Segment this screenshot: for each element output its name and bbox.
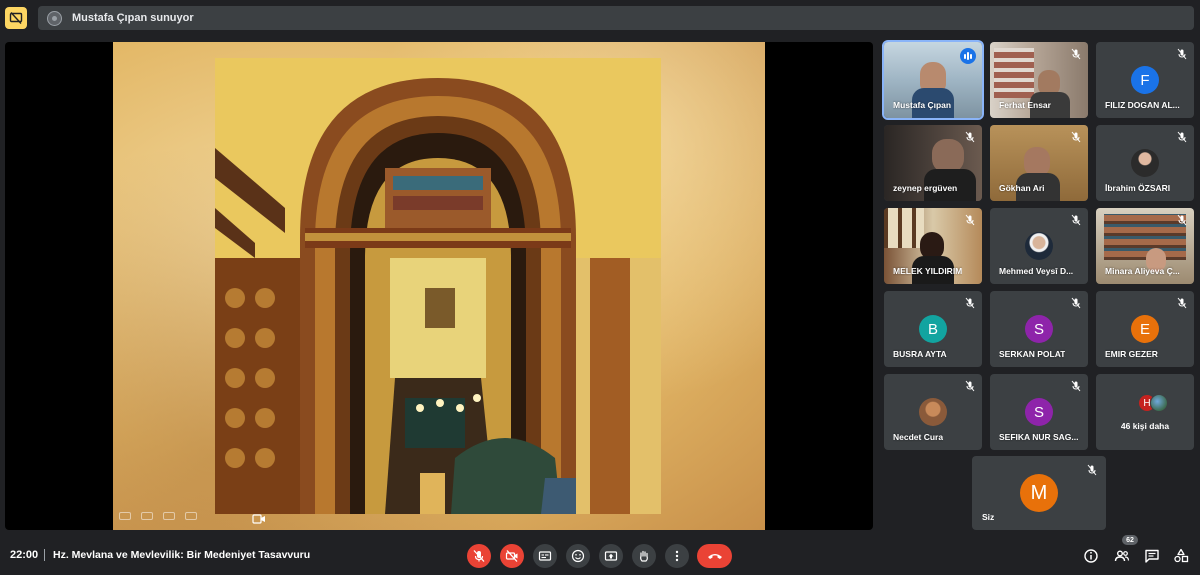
meeting-title: Hz. Mevlana ve Mevlevilik: Bir Medeniyet… <box>53 549 311 561</box>
mic-off-icon <box>1071 131 1081 143</box>
people-icon <box>1114 550 1130 562</box>
camera-overlay-icon <box>251 512 267 526</box>
mic-off-icon <box>1071 297 1081 309</box>
participant-tile[interactable]: Mehmed Veysî D... <box>990 208 1088 284</box>
more-participants-tile[interactable]: H 46 kişi daha <box>1096 374 1194 450</box>
participant-tile[interactable]: Gökhan Ari <box>990 125 1088 201</box>
raise-hand-icon <box>640 550 648 562</box>
participant-name: Ferhat Ensar <box>999 100 1051 110</box>
participant-avatar <box>1131 149 1159 177</box>
self-name: Siz <box>982 512 995 522</box>
mic-off-icon <box>1071 214 1081 226</box>
participant-tile[interactable]: İbrahim ÖZSARI <box>1096 125 1194 201</box>
mic-off-icon <box>965 380 975 392</box>
participant-tile[interactable]: F FILIZ DOGAN AL... <box>1096 42 1194 118</box>
self-avatar: M <box>1020 474 1058 512</box>
emoji-icon <box>571 549 585 563</box>
speaking-indicator-icon <box>960 48 976 64</box>
mic-toggle-button[interactable] <box>467 544 491 568</box>
participant-avatar <box>919 398 947 426</box>
chat-button[interactable] <box>1143 547 1161 565</box>
leave-call-button[interactable] <box>697 544 732 568</box>
participant-tile[interactable]: MELEK YILDIRIM <box>884 208 982 284</box>
participant-tile[interactable]: S SEFIKA NUR SAG... <box>990 374 1088 450</box>
activities-button[interactable] <box>1172 547 1190 565</box>
participant-avatar: S <box>1025 315 1053 343</box>
hangup-icon <box>707 554 722 559</box>
meeting-clock: 22:00 <box>10 549 39 561</box>
participant-tile[interactable]: Minara Aliyeva Ç... <box>1096 208 1194 284</box>
more-participants-avatars: H <box>1138 394 1178 414</box>
participant-tile[interactable]: Mustafa Çıpan <box>882 40 984 120</box>
mic-off-icon <box>965 131 975 143</box>
participant-name: FILIZ DOGAN AL... <box>1105 100 1180 110</box>
camera-off-icon <box>505 550 518 562</box>
mic-off-icon <box>1177 131 1187 143</box>
slide-photo-arch <box>215 58 661 514</box>
participant-avatar <box>1025 232 1053 260</box>
participant-tile[interactable]: Ferhat Ensar <box>990 42 1088 118</box>
top-bar: Mustafa Çıpan sunuyor <box>0 0 1200 38</box>
chat-icon <box>1145 549 1159 563</box>
participant-name: Mehmed Veysî D... <box>999 266 1074 276</box>
mic-off-icon <box>1071 48 1081 60</box>
participant-name: İbrahim ÖZSARI <box>1105 183 1171 193</box>
participant-avatar: E <box>1131 315 1159 343</box>
presentation-indicator[interactable] <box>5 7 27 29</box>
mic-off-icon <box>473 550 485 562</box>
meeting-details-button[interactable] <box>1082 547 1100 565</box>
participant-name: Mustafa Çıpan <box>893 100 952 110</box>
people-button[interactable] <box>1113 547 1131 565</box>
participant-name: MELEK YILDIRIM <box>893 266 963 276</box>
mic-off-icon <box>1087 464 1097 476</box>
emoji-reactions-button[interactable] <box>566 544 590 568</box>
more-options-icon <box>675 550 679 562</box>
mic-off-icon <box>965 297 975 309</box>
more-participants-label: 46 kişi daha <box>1120 421 1170 431</box>
participant-count-badge: 62 <box>1122 535 1138 545</box>
raise-hand-button[interactable] <box>632 544 656 568</box>
mic-off-icon <box>1177 48 1187 60</box>
participant-name: SERKAN POLAT <box>999 349 1066 359</box>
participant-tile[interactable]: Necdet Cura <box>884 374 982 450</box>
participant-name: zeynep ergüven <box>893 183 958 193</box>
mic-off-icon <box>965 214 975 226</box>
participant-avatar: F <box>1131 66 1159 94</box>
divider <box>44 549 45 561</box>
participant-name: EMIR GEZER <box>1105 349 1158 359</box>
participant-name: BUSRA AYTA <box>893 349 947 359</box>
participant-name: SEFIKA NUR SAG... <box>999 432 1079 442</box>
participant-tile[interactable]: S SERKAN POLAT <box>990 291 1088 367</box>
info-icon <box>1084 549 1098 563</box>
participant-tile[interactable]: E EMIR GEZER <box>1096 291 1194 367</box>
presentation-stage[interactable] <box>5 42 873 530</box>
mic-off-icon <box>1071 380 1081 392</box>
presenting-banner: Mustafa Çıpan sunuyor <box>38 6 1194 30</box>
participant-tile[interactable]: zeynep ergüven <box>884 125 982 201</box>
present-off-icon <box>9 12 23 24</box>
captions-button[interactable] <box>533 544 557 568</box>
participant-avatar: S <box>1025 398 1053 426</box>
present-now-icon <box>604 551 618 561</box>
bottom-bar: 22:00 Hz. Mevlana ve Mevlevilik: Bir Med… <box>0 538 1200 575</box>
presenting-text: Mustafa Çıpan sunuyor <box>72 12 194 24</box>
present-now-button[interactable] <box>599 544 623 568</box>
participant-avatar <box>1150 394 1168 412</box>
participant-name: Necdet Cura <box>893 432 944 442</box>
participant-name: Gökhan Ari <box>999 183 1045 193</box>
participant-avatar: B <box>919 315 947 343</box>
mausoleum-image <box>215 58 661 514</box>
mic-off-icon <box>1177 214 1187 226</box>
participant-tile[interactable]: B BUSRA AYTA <box>884 291 982 367</box>
captions-icon <box>538 551 552 561</box>
activities-icon <box>1174 548 1189 563</box>
camera-toggle-button[interactable] <box>500 544 524 568</box>
self-tile[interactable]: M Siz <box>972 456 1106 530</box>
presenter-avatar <box>47 10 62 26</box>
more-options-button[interactable] <box>665 544 689 568</box>
participant-name: Minara Aliyeva Ç... <box>1105 266 1180 276</box>
shared-slide <box>113 42 765 530</box>
mic-off-icon <box>1177 297 1187 309</box>
